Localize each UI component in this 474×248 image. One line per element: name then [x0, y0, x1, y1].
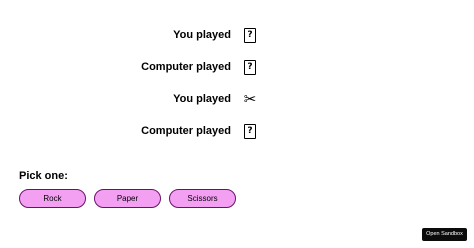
- round-row-1: You played ?: [0, 25, 474, 45]
- paper-button[interactable]: Paper: [94, 189, 161, 208]
- round-label: Computer played: [141, 125, 231, 137]
- round-row-3: You played ✂: [0, 89, 474, 109]
- round-label: You played: [173, 29, 231, 41]
- mystery-card-icon: ?: [241, 26, 259, 44]
- round-row-2: Computer played ?: [0, 57, 474, 77]
- round-label: Computer played: [141, 61, 231, 73]
- round-label: You played: [173, 93, 231, 105]
- rock-button[interactable]: Rock: [19, 189, 86, 208]
- scissors-icon: ✂: [243, 90, 257, 108]
- mystery-card-icon: ?: [241, 58, 259, 76]
- pick-one-label: Pick one:: [19, 170, 68, 182]
- mystery-card-icon: ?: [241, 122, 259, 140]
- open-sandbox-button[interactable]: Open Sandbox: [422, 228, 467, 241]
- scissors-button[interactable]: Scissors: [169, 189, 236, 208]
- round-row-4: Computer played ?: [0, 121, 474, 141]
